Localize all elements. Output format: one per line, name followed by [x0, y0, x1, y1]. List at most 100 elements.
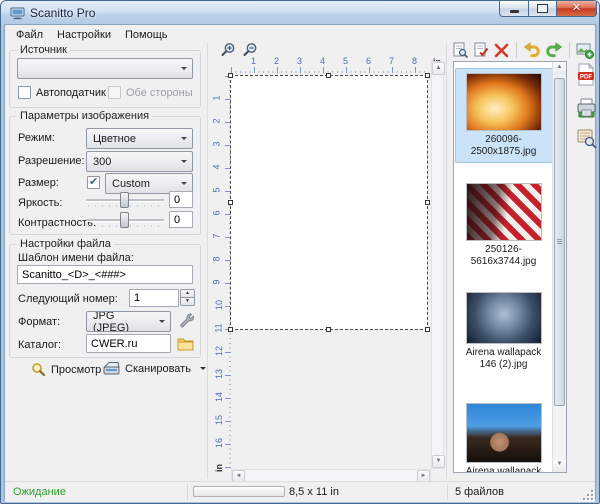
- ruler-number: 2: [274, 56, 279, 66]
- export-pdf-button[interactable]: PDF: [575, 63, 597, 86]
- edit-page-button[interactable]: [472, 41, 490, 59]
- maximize-button[interactable]: [529, 1, 556, 17]
- size-label: Размер:: [18, 177, 59, 189]
- selection-handle-n[interactable]: [326, 73, 331, 78]
- chevron-down-icon: [181, 67, 187, 70]
- vertical-ruler-unit: in: [214, 464, 224, 472]
- selection-handle-w[interactable]: [228, 200, 233, 205]
- menu-help[interactable]: Помощь: [118, 28, 175, 42]
- spin-down-icon[interactable]: ▼: [180, 297, 195, 306]
- print-button[interactable]: [575, 97, 597, 120]
- ruler-number: 8: [212, 256, 222, 261]
- ruler-number: 4: [212, 164, 222, 169]
- menu-file[interactable]: Файл: [9, 28, 50, 42]
- add-image-button[interactable]: [576, 41, 594, 59]
- browse-folder-button[interactable]: [177, 336, 194, 351]
- folder-path-input[interactable]: [86, 334, 171, 353]
- autofeeder-checkbox[interactable]: [18, 86, 31, 99]
- brightness-value-input[interactable]: [169, 191, 193, 208]
- thumbnail-item[interactable]: 250126-5616x3744.jpg: [458, 183, 550, 268]
- view-page-button[interactable]: [451, 41, 469, 59]
- slider-thumb[interactable]: [120, 192, 129, 208]
- minimize-button[interactable]: [499, 1, 529, 17]
- mode-label: Режим:: [18, 132, 55, 144]
- ruler-number: 10: [214, 300, 224, 310]
- filename-template-input[interactable]: [17, 265, 193, 284]
- thumbnail-item[interactable]: Airena wallapack 146 (2).jpg: [458, 292, 550, 371]
- selection-handle-ne[interactable]: [425, 73, 430, 78]
- ruler-number: 11: [214, 323, 224, 332]
- left-splitter[interactable]: [207, 43, 208, 479]
- progress-bar: [193, 486, 285, 497]
- printer-icon: [576, 98, 597, 119]
- scroll-down-icon[interactable]: ▼: [432, 455, 445, 468]
- thumbnail-image[interactable]: [466, 73, 542, 131]
- ruler-number: 1: [212, 95, 222, 100]
- preview-vertical-scrollbar[interactable]: ▲ ▼: [431, 61, 444, 469]
- slider-thumb[interactable]: [120, 212, 129, 228]
- resize-grip[interactable]: [581, 488, 593, 500]
- contrast-value-input[interactable]: [169, 211, 193, 228]
- ruler-number: 16: [214, 438, 224, 448]
- zoom-out-icon: [242, 42, 258, 57]
- selection-handle-se[interactable]: [425, 327, 430, 332]
- scroll-up-icon[interactable]: ▲: [432, 62, 445, 75]
- thumbnail-label: 260096-2500x1875.jpg: [458, 134, 550, 158]
- contrast-slider[interactable]: [86, 212, 164, 230]
- scan-preview-page[interactable]: [231, 76, 427, 329]
- title-bar[interactable]: Scanitto Pro ✕: [1, 1, 599, 25]
- ruler-number: 7: [212, 233, 222, 238]
- folder-icon: [177, 336, 194, 351]
- rotate-left-button[interactable]: [522, 41, 540, 59]
- selection-handle-nw[interactable]: [228, 73, 233, 78]
- format-select[interactable]: JPG (JPEG): [86, 311, 171, 332]
- format-settings-button[interactable]: [177, 312, 194, 329]
- thumbnail-label: 250126-5616x3744.jpg: [458, 244, 550, 268]
- thumbnail-item[interactable]: 260096-2500x1875.jpg: [455, 68, 553, 163]
- selection-handle-s[interactable]: [326, 327, 331, 332]
- scroll-up-icon[interactable]: ▲: [553, 62, 566, 75]
- scan-button-label: Сканировать: [125, 363, 191, 375]
- scan-button[interactable]: Сканировать: [99, 359, 210, 378]
- chevron-down-icon: [159, 320, 165, 323]
- resolution-select[interactable]: 300: [86, 151, 193, 172]
- chevron-down-icon: [181, 160, 187, 163]
- thumbnail-item[interactable]: Airena wallapack 146 (70).jpg: [458, 403, 550, 473]
- svg-text:PDF: PDF: [580, 73, 593, 80]
- rotate-right-button[interactable]: [545, 41, 563, 59]
- status-files-count: 5 файлов: [455, 486, 504, 498]
- selection-handle-e[interactable]: [425, 200, 430, 205]
- close-button[interactable]: ✕: [556, 1, 597, 17]
- ruler-number: 8: [412, 56, 417, 66]
- size-checkbox[interactable]: [87, 176, 100, 189]
- menu-settings[interactable]: Настройки: [50, 28, 118, 42]
- next-number-label: Следующий номер:: [18, 293, 118, 305]
- status-state: Ожидание: [13, 486, 66, 498]
- brightness-label: Яркость:: [18, 197, 62, 209]
- chevron-down-icon: [200, 367, 206, 370]
- selection-handle-sw[interactable]: [228, 327, 233, 332]
- mode-value: Цветное: [93, 133, 136, 145]
- source-device-select[interactable]: [17, 58, 193, 79]
- recognize-button[interactable]: [575, 127, 597, 150]
- thumbnail-image[interactable]: [466, 403, 542, 463]
- scroll-down-icon[interactable]: ▼: [553, 459, 566, 472]
- thumbnail-scrollbar[interactable]: ▲ ▼: [552, 62, 566, 472]
- next-number-stepper[interactable]: ▲ ▼: [180, 289, 195, 307]
- thumbnail-image[interactable]: [466, 183, 542, 241]
- thumbnail-image[interactable]: [466, 292, 542, 344]
- scrollbar-thumb[interactable]: [554, 78, 565, 406]
- ruler-number: 13: [214, 369, 224, 379]
- next-number-input[interactable]: [129, 289, 179, 307]
- delete-page-button[interactable]: [492, 41, 510, 59]
- ruler-number: 6: [212, 210, 222, 215]
- right-splitter[interactable]: [446, 43, 447, 479]
- app-icon[interactable]: [10, 6, 25, 20]
- resolution-value: 300: [93, 156, 111, 168]
- mode-select[interactable]: Цветное: [86, 128, 193, 149]
- brightness-slider[interactable]: [86, 192, 164, 210]
- ruler-number: 3: [297, 56, 302, 66]
- delete-x-icon: [494, 43, 509, 58]
- ruler-number: 5: [212, 187, 222, 192]
- preview-button[interactable]: Просмотр: [27, 360, 105, 379]
